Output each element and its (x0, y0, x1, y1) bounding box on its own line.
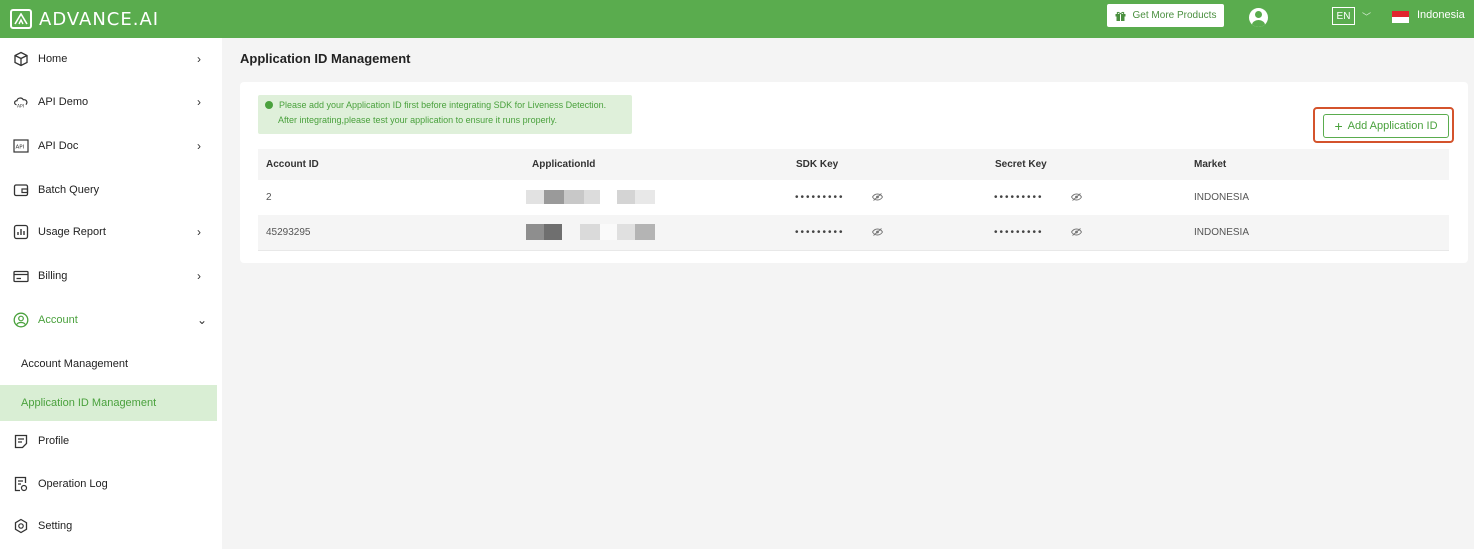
sidebar-item-label: Setting (38, 520, 73, 532)
svg-text:API: API (17, 103, 24, 109)
sidebar-item-label: Operation Log (38, 478, 108, 490)
sidebar-item-usage-report[interactable]: Usage Report › (0, 212, 222, 252)
column-header: Secret Key (995, 159, 1047, 170)
sidebar-item-label: API Demo (38, 96, 89, 108)
document-icon (13, 433, 29, 449)
chevron-down-icon[interactable]: ﹀ (1362, 10, 1371, 23)
gear-icon (13, 518, 29, 534)
user-circle-icon (13, 312, 29, 328)
logo-icon (10, 9, 32, 29)
sidebar-item-account[interactable]: Account ⌄ (0, 300, 222, 340)
sidebar-item-label: Batch Query (38, 184, 100, 196)
sidebar-item-label: Usage Report (38, 226, 106, 238)
sidebar-item-label: Billing (38, 270, 68, 282)
api-doc-icon: API (13, 138, 29, 154)
add-application-id-button[interactable]: + Add Application ID (1323, 114, 1449, 138)
sidebar-item-api-demo[interactable]: API API Demo › (0, 82, 222, 122)
sidebar-item-api-doc[interactable]: API API Doc › (0, 126, 222, 166)
column-header: ApplicationId (532, 159, 596, 170)
info-notice: Please add your Application ID first bef… (258, 95, 632, 134)
chart-icon (13, 224, 29, 240)
get-more-products-button[interactable]: Get More Products (1107, 4, 1224, 27)
sidebar: Home › API API Demo › API API Doc › Batc… (0, 38, 222, 549)
log-icon (13, 476, 29, 492)
account-id-cell: 2 (266, 192, 272, 203)
wallet-icon (13, 182, 29, 198)
table-row: 2 ••••••••• ••••••••• INDONESIA (258, 180, 1449, 216)
card-icon (13, 268, 29, 284)
logo[interactable]: ADVANCE.AI (10, 6, 159, 32)
language-selector[interactable]: EN (1332, 7, 1355, 25)
sdk-key-masked: ••••••••• (795, 192, 845, 203)
chevron-right-icon: › (197, 95, 201, 109)
sidebar-subitem-application-id-management[interactable]: Application ID Management (0, 385, 217, 421)
sidebar-item-batch-query[interactable]: Batch Query (0, 170, 222, 210)
table-row: 45293295 ••••••••• ••••••••• INDONESIA (258, 215, 1449, 251)
secret-key-masked: ••••••••• (994, 227, 1044, 238)
eye-off-icon[interactable] (1071, 228, 1082, 236)
column-header: SDK Key (796, 159, 839, 170)
chevron-down-icon: ⌄ (197, 313, 208, 327)
eye-off-icon[interactable] (872, 193, 883, 201)
column-header: Market (1194, 159, 1227, 170)
table-header: Account ID ApplicationId SDK Key Secret … (258, 149, 1449, 180)
logo-text: ADVANCE.AI (39, 8, 160, 30)
market-cell: INDONESIA (1194, 192, 1250, 203)
notice-line-1: Please add your Application ID first bef… (279, 100, 607, 110)
sidebar-item-label: Home (38, 53, 68, 65)
notice-line-2: After integrating,please test your appli… (278, 115, 557, 125)
secret-key-masked: ••••••••• (994, 192, 1044, 203)
sidebar-item-operation-log[interactable]: Operation Log (0, 464, 222, 504)
sdk-key-masked: ••••••••• (795, 227, 845, 238)
sidebar-item-setting[interactable]: Setting (0, 506, 222, 546)
indonesia-flag-icon (1392, 11, 1409, 23)
svg-text:API: API (16, 145, 25, 151)
top-bar: ADVANCE.AI Get More Products EN ﹀ Indone… (0, 0, 1474, 38)
column-header: Account ID (266, 159, 319, 170)
cloud-api-icon: API (13, 94, 29, 110)
add-application-id-label: Add Application ID (1347, 120, 1438, 132)
chevron-right-icon: › (197, 139, 201, 153)
market-cell: INDONESIA (1194, 227, 1250, 238)
eye-off-icon[interactable] (872, 228, 883, 236)
sidebar-item-home[interactable]: Home › (0, 39, 222, 79)
sidebar-item-billing[interactable]: Billing › (0, 256, 222, 296)
info-icon (265, 101, 273, 109)
chevron-right-icon: › (197, 52, 201, 66)
sidebar-subitem-account-management[interactable]: Account Management (0, 346, 217, 382)
account-id-cell: 45293295 (266, 227, 311, 238)
application-id-card: Please add your Application ID first bef… (240, 82, 1468, 263)
eye-off-icon[interactable] (1071, 193, 1082, 201)
sidebar-item-label: Account (38, 314, 78, 326)
sidebar-item-profile[interactable]: Profile (0, 421, 222, 461)
page-title: Application ID Management (240, 51, 411, 66)
chevron-right-icon: › (197, 225, 201, 239)
country-selector[interactable]: Indonesia (1417, 9, 1465, 21)
plus-icon: + (1334, 118, 1343, 134)
sidebar-item-label: API Doc (38, 140, 79, 152)
user-avatar-icon[interactable] (1249, 8, 1268, 27)
get-more-products-label: Get More Products (1132, 10, 1217, 21)
gift-icon (1115, 11, 1126, 21)
chevron-right-icon: › (197, 269, 201, 283)
sidebar-item-label: Profile (38, 435, 70, 447)
box-icon (13, 51, 29, 67)
